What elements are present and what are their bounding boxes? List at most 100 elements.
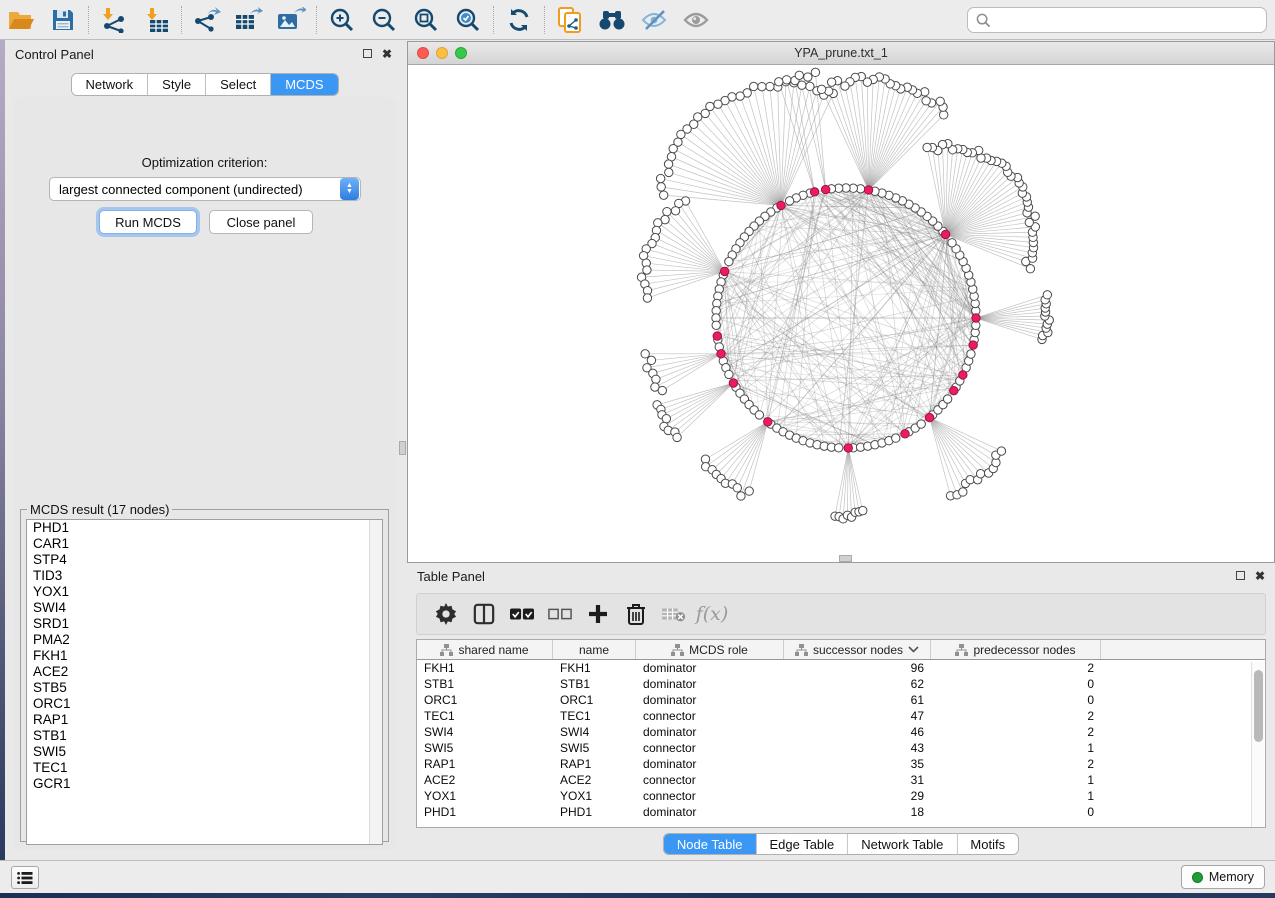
close-panel-icon[interactable]: ✖ [382, 47, 392, 61]
list-scrollbar[interactable] [369, 520, 382, 844]
column-header-mcds-role[interactable]: MCDS role [636, 640, 784, 659]
search-field[interactable] [967, 7, 1267, 33]
mcds-node-item[interactable]: PHD1 [27, 520, 382, 536]
vertical-splitter-handle[interactable] [399, 441, 406, 455]
network-window-titlebar[interactable]: YPA_prune.txt_1 [408, 42, 1274, 65]
export-image-button[interactable] [270, 3, 312, 37]
mcds-node-item[interactable]: PMA2 [27, 632, 382, 648]
table-cell: dominator [636, 804, 784, 820]
column-header-name[interactable]: name [553, 640, 636, 659]
table-cell: 2 [931, 724, 1101, 740]
column-header-predecessor-nodes[interactable]: predecessor nodes [931, 640, 1101, 659]
mcds-node-item[interactable]: STB1 [27, 728, 382, 744]
mcds-result-group: MCDS result (17 nodes) PHD1CAR1STP4TID3Y… [20, 502, 389, 842]
open-file-button[interactable] [0, 3, 42, 37]
run-mcds-button[interactable]: Run MCDS [99, 210, 197, 234]
mcds-node-item[interactable]: SWI4 [27, 600, 382, 616]
close-panel-icon[interactable]: ✖ [1255, 569, 1265, 583]
mcds-node-item[interactable]: GCR1 [27, 776, 382, 792]
mcds-node-item[interactable]: TID3 [27, 568, 382, 584]
import-table-button[interactable] [135, 3, 177, 37]
mcds-node-item[interactable]: SRD1 [27, 616, 382, 632]
table-row[interactable]: ORC1ORC1dominator610 [417, 692, 1265, 708]
export-network-button[interactable] [186, 3, 228, 37]
table-cell: ACE2 [553, 772, 636, 788]
control-panel-header: Control Panel ✖ [5, 41, 402, 67]
table-scrollbar[interactable] [1251, 662, 1264, 827]
tab-node-table[interactable]: Node Table [664, 834, 757, 854]
table-row[interactable]: ACE2ACE2connector311 [417, 772, 1265, 788]
table-cell: ACE2 [417, 772, 553, 788]
float-panel-icon[interactable] [363, 47, 372, 61]
tab-network[interactable]: Network [71, 74, 148, 95]
show-columns-button[interactable] [465, 597, 503, 631]
toolbar-separator [493, 6, 494, 34]
table-cell: ORC1 [553, 692, 636, 708]
refresh-button[interactable] [498, 3, 540, 37]
task-history-button[interactable] [11, 866, 39, 889]
memory-button[interactable]: Memory [1181, 865, 1265, 889]
export-table-button[interactable] [228, 3, 270, 37]
mcds-node-item[interactable]: ORC1 [27, 696, 382, 712]
float-panel-icon[interactable] [1236, 569, 1245, 583]
tab-select[interactable]: Select [206, 74, 271, 95]
scrollbar-thumb[interactable] [1254, 670, 1263, 742]
clone-network-button[interactable] [549, 3, 591, 37]
column-header-shared-name[interactable]: shared name [417, 640, 553, 659]
table-settings-button[interactable] [427, 597, 465, 631]
mcds-result-list[interactable]: PHD1CAR1STP4TID3YOX1SWI4SRD1PMA2FKH1ACE2… [26, 519, 383, 845]
show-all-button[interactable] [675, 3, 717, 37]
tab-style[interactable]: Style [148, 74, 206, 95]
table-row[interactable]: YOX1YOX1connector291 [417, 788, 1265, 804]
tab-edge-table[interactable]: Edge Table [756, 834, 848, 854]
close-panel-button[interactable]: Close panel [209, 210, 313, 234]
mcds-node-item[interactable]: ACE2 [27, 664, 382, 680]
tab-motifs[interactable]: Motifs [957, 834, 1018, 854]
horizontal-splitter-handle[interactable] [839, 555, 852, 562]
tab-network-table[interactable]: Network Table [848, 834, 957, 854]
table-row[interactable]: SWI4SWI4dominator462 [417, 724, 1265, 740]
save-session-button[interactable] [42, 3, 84, 37]
table-row[interactable]: TEC1TEC1connector472 [417, 708, 1265, 724]
table-cell: RAP1 [553, 756, 636, 772]
delete-table-button[interactable] [655, 597, 693, 631]
main-toolbar [0, 0, 1275, 40]
mcds-node-item[interactable]: TEC1 [27, 760, 382, 776]
mcds-node-item[interactable]: CAR1 [27, 536, 382, 552]
mcds-node-item[interactable]: SWI5 [27, 744, 382, 760]
mcds-node-item[interactable]: RAP1 [27, 712, 382, 728]
search-input[interactable] [997, 13, 1266, 28]
table-row[interactable]: PHD1PHD1dominator180 [417, 804, 1265, 820]
network-graph[interactable] [408, 65, 1274, 562]
mcds-node-item[interactable]: YOX1 [27, 584, 382, 600]
add-column-button[interactable] [579, 597, 617, 631]
table-toolbar: f(x) [416, 593, 1266, 635]
table-panel-header: Table Panel ✖ [407, 563, 1275, 589]
table-row[interactable]: RAP1RAP1dominator352 [417, 756, 1265, 772]
hide-selected-button[interactable] [633, 3, 675, 37]
table-row[interactable]: FKH1FKH1dominator962 [417, 660, 1265, 676]
table-row[interactable]: SWI5SWI5connector431 [417, 740, 1265, 756]
tab-mcds[interactable]: MCDS [271, 74, 337, 95]
table-row[interactable]: STB1STB1dominator620 [417, 676, 1265, 692]
export-network-icon [193, 7, 221, 33]
zoom-out-button[interactable] [363, 3, 405, 37]
find-button[interactable] [591, 3, 633, 37]
table-cell: 1 [931, 772, 1101, 788]
delete-column-button[interactable] [617, 597, 655, 631]
import-network-button[interactable] [93, 3, 135, 37]
deselect-all-button[interactable] [541, 597, 579, 631]
zoom-selected-button[interactable] [447, 3, 489, 37]
mcds-node-item[interactable]: FKH1 [27, 648, 382, 664]
select-all-button[interactable] [503, 597, 541, 631]
mcds-node-item[interactable]: STB5 [27, 680, 382, 696]
zoom-in-button[interactable] [321, 3, 363, 37]
table-tabs: Node TableEdge TableNetwork TableMotifs [663, 833, 1019, 855]
column-header-successor-nodes[interactable]: successor nodes [784, 640, 931, 659]
table-cell: YOX1 [417, 788, 553, 804]
optimization-criterion-select[interactable]: largest connected component (undirected)… [49, 177, 361, 201]
function-builder-button[interactable]: f(x) [693, 597, 731, 631]
network-canvas[interactable] [408, 65, 1274, 562]
zoom-fit-button[interactable] [405, 3, 447, 37]
mcds-node-item[interactable]: STP4 [27, 552, 382, 568]
